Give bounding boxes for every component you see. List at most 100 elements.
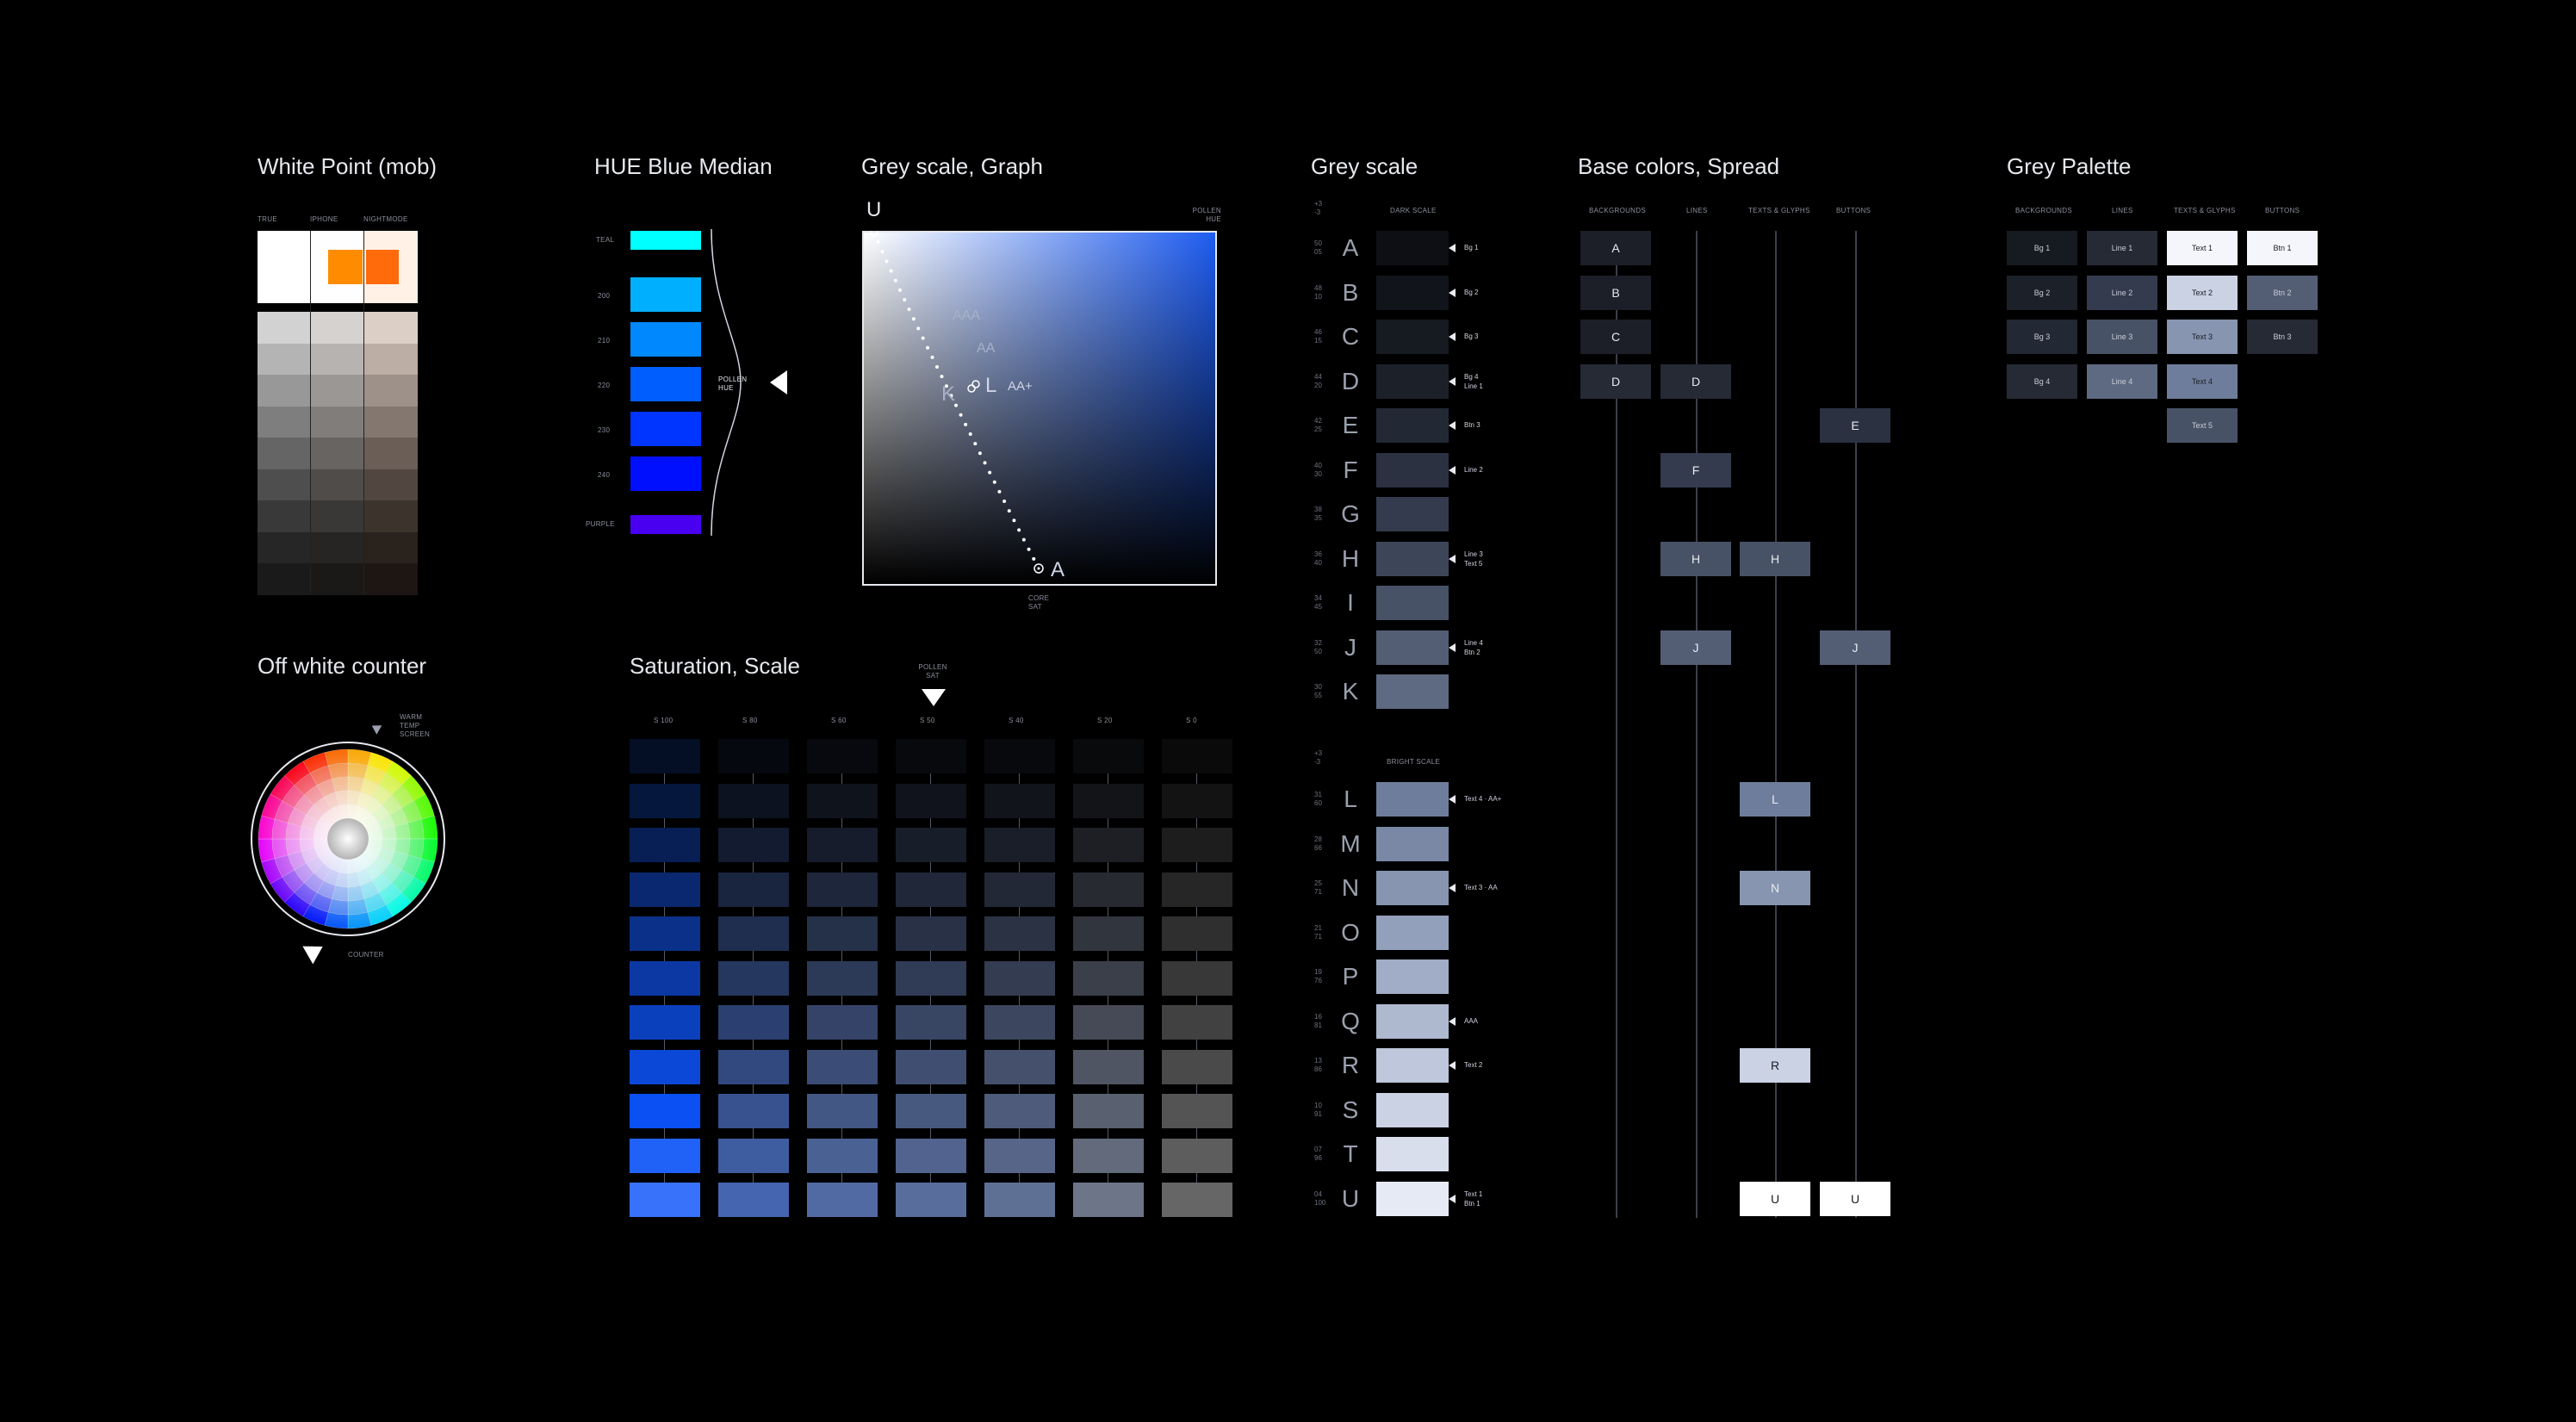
white-point-swatch (364, 500, 418, 532)
palette-cell: Btn 1 (2247, 231, 2318, 265)
palette-col-lines: LINES (2112, 207, 2133, 214)
saturation-swatch (1162, 960, 1232, 996)
hue-swatch-teal (630, 231, 701, 250)
white-point-swatch (311, 500, 364, 532)
saturation-swatch (1073, 1005, 1144, 1040)
base-col-lines: LINES (1686, 207, 1708, 214)
saturation-swatch (1162, 1049, 1232, 1084)
saturation-swatch (984, 1005, 1055, 1040)
saturation-swatch (1162, 783, 1232, 818)
saturation-swatch (718, 916, 789, 951)
white-point-swatch (364, 531, 418, 564)
white-point-swatch (311, 531, 364, 564)
graph-dot (973, 442, 978, 446)
graph-dot (930, 355, 934, 359)
base-color-box: C (1580, 320, 1651, 354)
dark-scale-label: DARK SCALE (1390, 207, 1437, 214)
graph-dot (968, 432, 972, 436)
graph-dot (940, 375, 944, 379)
saturation-col-label: S 40 (1009, 717, 1024, 724)
base-color-box: E (1820, 408, 1890, 443)
saturation-swatch (984, 739, 1055, 773)
greyscale-letter: P (1342, 963, 1359, 990)
saturation-swatch (630, 960, 700, 996)
base-color-box: D (1580, 363, 1651, 399)
wp-col-iphone: IPHONE (310, 215, 338, 223)
graph-dot (997, 489, 1002, 494)
greyscale-num: 46 15 (1314, 328, 1322, 345)
graph-dot (1021, 537, 1026, 542)
base-col-texts: TEXTS & GLYPHS (1748, 207, 1810, 214)
white-point-swatch (311, 312, 364, 344)
hue-label-teal: TEAL (596, 236, 615, 244)
white-point-swatch (311, 469, 364, 501)
white-point-swatch (258, 500, 311, 532)
palette-cell: Line 3 (2087, 320, 2157, 354)
greyscale-marker-icon (1449, 643, 1456, 652)
greyscale-letter: C (1341, 323, 1360, 350)
saturation-swatch (896, 916, 966, 951)
saturation-swatch (984, 783, 1055, 818)
saturation-swatch (1162, 828, 1232, 862)
saturation-swatch (807, 960, 878, 996)
greyscale-letter: J (1344, 633, 1356, 661)
white-point-swatch (258, 563, 311, 595)
white-point-swatch (258, 531, 311, 564)
palette-title: Grey Palette (2007, 153, 2132, 179)
greyscale-swatch (1376, 320, 1449, 354)
saturation-swatch (807, 783, 878, 818)
saturation-swatch (984, 960, 1055, 996)
saturation-col-label: S 100 (654, 717, 673, 724)
greyscale-num: 50 05 (1314, 239, 1322, 256)
white-point-swatch (311, 375, 364, 407)
hue-swatch-240 (630, 456, 701, 491)
base-color-box: H (1660, 541, 1731, 576)
greyscale-swatch (1376, 630, 1449, 665)
graph-label-aaplus: AA+ (1008, 379, 1033, 394)
greyscale-letter: H (1341, 544, 1360, 572)
greyscale-num: 32 50 (1314, 638, 1322, 655)
saturation-swatch (718, 1094, 789, 1128)
graph-dot (907, 307, 911, 312)
greyscale-num: 42 25 (1314, 417, 1322, 433)
saturation-swatch (630, 1049, 700, 1084)
hue-label-210: 210 (598, 337, 611, 345)
saturation-swatch (630, 1094, 700, 1128)
saturation-swatch (896, 783, 966, 818)
greyscale-annotation: Bg 4 Line 1 (1464, 372, 1483, 390)
greyscale-marker-icon (1449, 1061, 1456, 1070)
base-color-box: L (1740, 782, 1810, 817)
offwhite-warm-label: WARM TEMP SCREEN (400, 713, 431, 738)
greyscale-letter: T (1343, 1140, 1358, 1167)
saturation-swatch (718, 960, 789, 996)
base-title: Base colors, Spread (1578, 153, 1780, 179)
greyscale-swatch (1376, 1003, 1449, 1039)
palette-col-backgrounds: BACKGROUNDS (2015, 207, 2072, 214)
saturation-swatch (1073, 916, 1144, 951)
saturation-swatch (807, 1049, 878, 1084)
greyscale-letter: R (1341, 1052, 1360, 1078)
palette-cell: Line 2 (2087, 275, 2157, 310)
greyscale-annotation: Text 4 · AA+ (1464, 795, 1502, 803)
base-color-box: J (1820, 630, 1890, 665)
greyscale-swatch (1376, 541, 1449, 576)
graph-label-u: U (866, 198, 882, 221)
graph-dot (889, 269, 893, 273)
saturation-swatch (984, 828, 1055, 862)
base-color-box: A (1580, 231, 1651, 265)
saturation-swatch (718, 1049, 789, 1084)
base-color-box: U (1740, 1181, 1810, 1216)
greyscale-annotation: Line 4 Btn 2 (1464, 638, 1483, 656)
greyscale-swatch (1376, 1137, 1449, 1171)
base-color-box: D (1660, 363, 1731, 399)
saturation-swatch (630, 1138, 700, 1173)
graph-dot (911, 317, 916, 321)
palette-cell: Text 5 (2167, 408, 2238, 443)
white-point-swatch (364, 375, 418, 407)
graph-dots (870, 231, 1044, 574)
saturation-swatch (630, 916, 700, 951)
white-point-swatch (364, 469, 418, 501)
greyscale-swatch (1376, 782, 1449, 817)
saturation-swatch (984, 1183, 1055, 1217)
greyscale-num: 04 100 (1314, 1189, 1326, 1207)
